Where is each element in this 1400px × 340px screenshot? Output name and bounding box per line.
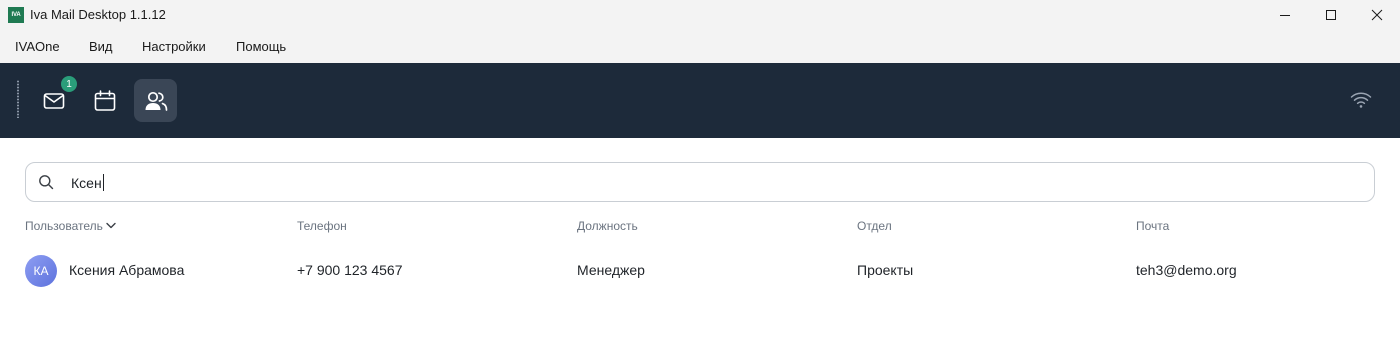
cell-email: teh3@demo.org — [1136, 262, 1237, 278]
drag-handle[interactable] — [17, 80, 19, 118]
cell-department: Проекты — [857, 262, 914, 278]
wifi-icon — [1350, 91, 1372, 114]
column-header-position[interactable]: Должность — [577, 219, 638, 233]
column-header-department[interactable]: Отдел — [857, 219, 892, 233]
avatar: КА — [25, 255, 57, 287]
title-bar: IVA Iva Mail Desktop 1.1.12 — [0, 0, 1400, 30]
mail-icon — [43, 92, 64, 109]
chevron-down-icon — [106, 222, 116, 229]
menu-bar: IVAOne Вид Настройки Помощь — [0, 30, 1400, 63]
contacts-panel: Ксен Пользователь Телефон Должность Отде… — [0, 138, 1400, 340]
column-header-user[interactable]: Пользователь — [25, 219, 117, 233]
minimize-icon — [1280, 15, 1290, 16]
menu-view[interactable]: Вид — [89, 39, 113, 54]
calendar-button[interactable] — [83, 79, 126, 122]
column-header-email[interactable]: Почта — [1136, 219, 1169, 233]
maximize-button[interactable] — [1308, 0, 1354, 30]
maximize-icon — [1326, 10, 1336, 20]
menu-help[interactable]: Помощь — [236, 39, 286, 54]
mail-unread-badge: 1 — [61, 76, 77, 92]
text-caret — [102, 174, 104, 191]
search-icon — [39, 175, 54, 190]
app-logo: IVA — [8, 7, 24, 23]
menu-ivaone[interactable]: IVAOne — [15, 39, 60, 54]
window-title: Iva Mail Desktop 1.1.12 — [30, 7, 166, 22]
contacts-button[interactable] — [134, 79, 177, 122]
menu-settings[interactable]: Настройки — [142, 39, 206, 54]
app-toolbar — [0, 63, 1400, 138]
contacts-icon — [145, 91, 167, 111]
cell-name: Ксения Абрамова — [69, 262, 185, 278]
cell-phone: +7 900 123 4567 — [297, 262, 403, 278]
calendar-icon — [94, 89, 115, 111]
column-header-phone[interactable]: Телефон — [297, 219, 347, 233]
table-row[interactable]: КА Ксения Абрамова +7 900 123 4567 Менед… — [0, 248, 1400, 290]
search-input[interactable]: Ксен — [25, 162, 1375, 202]
cell-position: Менеджер — [577, 262, 645, 278]
close-button[interactable] — [1354, 0, 1400, 30]
minimize-button[interactable] — [1262, 0, 1308, 30]
search-value[interactable]: Ксен — [71, 174, 104, 191]
close-icon — [1371, 9, 1383, 21]
